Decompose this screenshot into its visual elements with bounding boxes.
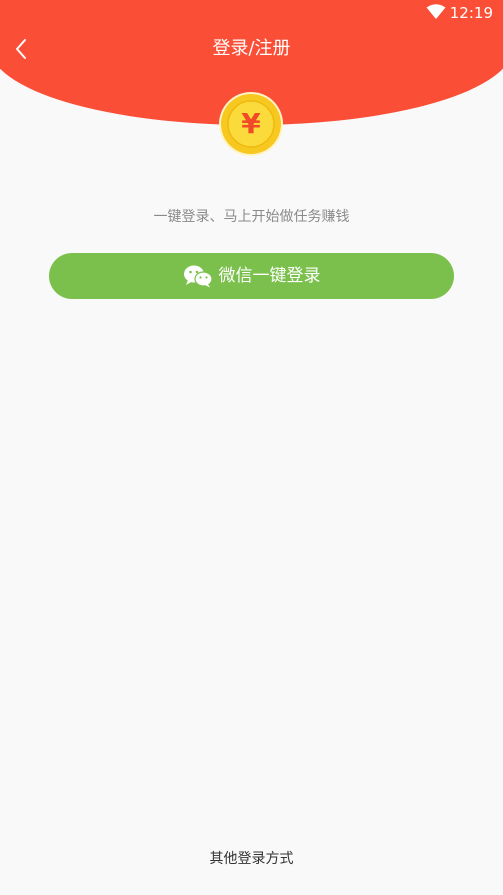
wifi-icon	[426, 4, 446, 19]
tagline: 一键登录、马上开始做任务赚钱	[153, 209, 350, 225]
page-title: 登录/注册	[212, 38, 291, 59]
coin-symbol: ¥	[241, 107, 261, 140]
wechat-login-label: 微信一键登录	[218, 266, 321, 286]
gold-coin-yuan-icon: ¥	[219, 92, 283, 156]
nav-bar: 登录/注册	[0, 28, 503, 70]
other-login-link[interactable]: 其他登录方式	[210, 851, 294, 867]
status-time: 12:19	[449, 4, 493, 22]
wechat-login-button[interactable]: 微信一键登录	[49, 253, 454, 299]
status-bar: 12:19	[0, 0, 503, 28]
wechat-icon	[183, 265, 213, 288]
other-login-link-container: 其他登录方式	[0, 849, 503, 869]
